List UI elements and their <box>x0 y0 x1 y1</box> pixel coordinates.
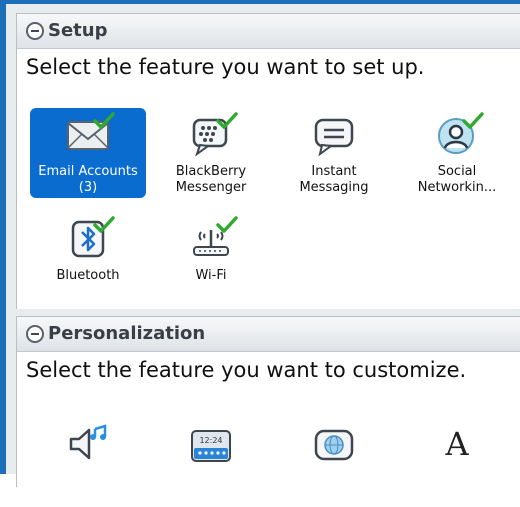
setup-item-blackberry-messenger[interactable]: BlackBerry Messenger <box>153 108 269 198</box>
setup-item-label: BlackBerry Messenger <box>175 164 247 195</box>
setup-description: Select the feature you want to set up. <box>26 55 425 79</box>
checkmark-icon <box>216 112 238 129</box>
collapse-icon[interactable] <box>26 22 44 40</box>
personalization-description: Select the feature you want to customize… <box>26 358 467 382</box>
setup-item-bluetooth[interactable]: Bluetooth <box>30 212 146 302</box>
setup-section: Setup Select the feature you want to set… <box>16 13 520 309</box>
checkmark-icon <box>93 112 115 129</box>
window-left-border <box>0 0 6 474</box>
personalization-item-browser[interactable] <box>276 417 392 507</box>
personalization-header[interactable]: Personalization <box>17 317 520 352</box>
setup-header[interactable]: Setup <box>17 14 520 49</box>
personalization-section: Personalization Select the feature you w… <box>16 316 520 487</box>
sound-music-icon <box>69 424 107 460</box>
collapse-icon[interactable] <box>26 325 44 343</box>
setup-screen: Setup Select the feature you want to set… <box>0 0 520 487</box>
setup-item-label: Bluetooth <box>56 268 120 283</box>
globe-chat-icon <box>314 429 354 461</box>
setup-item-wifi[interactable]: Wi-Fi <box>153 212 269 302</box>
setup-item-label: Instant Messaging <box>299 164 369 195</box>
setup-item-label: Social Networkin... <box>417 164 497 195</box>
checkmark-icon <box>462 112 484 129</box>
window-top-border <box>0 0 520 4</box>
setup-item-instant-messaging[interactable]: Instant Messaging <box>276 108 392 198</box>
setup-title: Setup <box>48 20 108 41</box>
personalization-item-homescreen[interactable]: 12:24 <box>153 417 269 507</box>
personalization-item-sounds[interactable] <box>30 417 146 507</box>
checkmark-icon <box>93 216 115 233</box>
checkmark-icon <box>216 216 238 233</box>
setup-item-social-networking[interactable]: Social Networkin... <box>399 108 515 198</box>
clock-text: 12:24 <box>199 436 223 445</box>
setup-item-email-accounts[interactable]: Email Accounts (3) <box>30 108 146 198</box>
chat-bubble-icon <box>314 118 354 157</box>
personalization-item-font[interactable]: A <box>399 417 515 507</box>
setup-item-label: Email Accounts (3) <box>38 164 138 195</box>
font-letter-icon: A <box>445 425 469 463</box>
personalization-title: Personalization <box>48 323 206 344</box>
setup-item-label: Wi-Fi <box>195 268 227 283</box>
